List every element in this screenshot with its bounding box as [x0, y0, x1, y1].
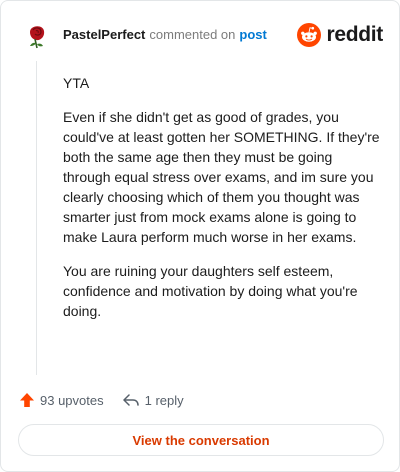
comment-action-text: commented on — [149, 27, 236, 42]
view-conversation-button[interactable]: View the conversation — [18, 424, 384, 456]
reply-arrow-icon — [122, 394, 139, 406]
upvote-button[interactable]: 93 upvotes — [19, 392, 104, 408]
post-link[interactable]: post — [239, 27, 266, 42]
reddit-snoo-icon — [297, 23, 322, 47]
rose-avatar-icon[interactable] — [21, 19, 53, 51]
thread-line[interactable] — [36, 61, 37, 375]
username-link[interactable]: PastelPerfect — [63, 27, 145, 42]
reddit-logo[interactable]: reddit — [297, 17, 383, 53]
comment-body: YTA Even if she didn't get as good of gr… — [63, 73, 381, 335]
upvote-count: 93 upvotes — [40, 392, 104, 408]
comment-paragraph: Even if she didn't get as good of grades… — [63, 109, 380, 245]
comment-byline: PastelPerfect commented on post — [63, 26, 267, 44]
comment-paragraph: You are ruining your daughters self este… — [63, 263, 358, 319]
comment-paragraph: YTA — [63, 75, 90, 91]
reply-button[interactable]: 1 reply — [122, 392, 184, 408]
reddit-wordmark: reddit — [326, 23, 383, 46]
comment-footer: 93 upvotes 1 reply — [19, 389, 184, 411]
upvote-arrow-icon — [20, 393, 34, 407]
comment-header: PastelPerfect commented on post reddit — [21, 17, 383, 53]
embedded-comment-card: PastelPerfect commented on post reddit YTA… — [0, 0, 400, 472]
reply-count: 1 reply — [144, 392, 184, 408]
